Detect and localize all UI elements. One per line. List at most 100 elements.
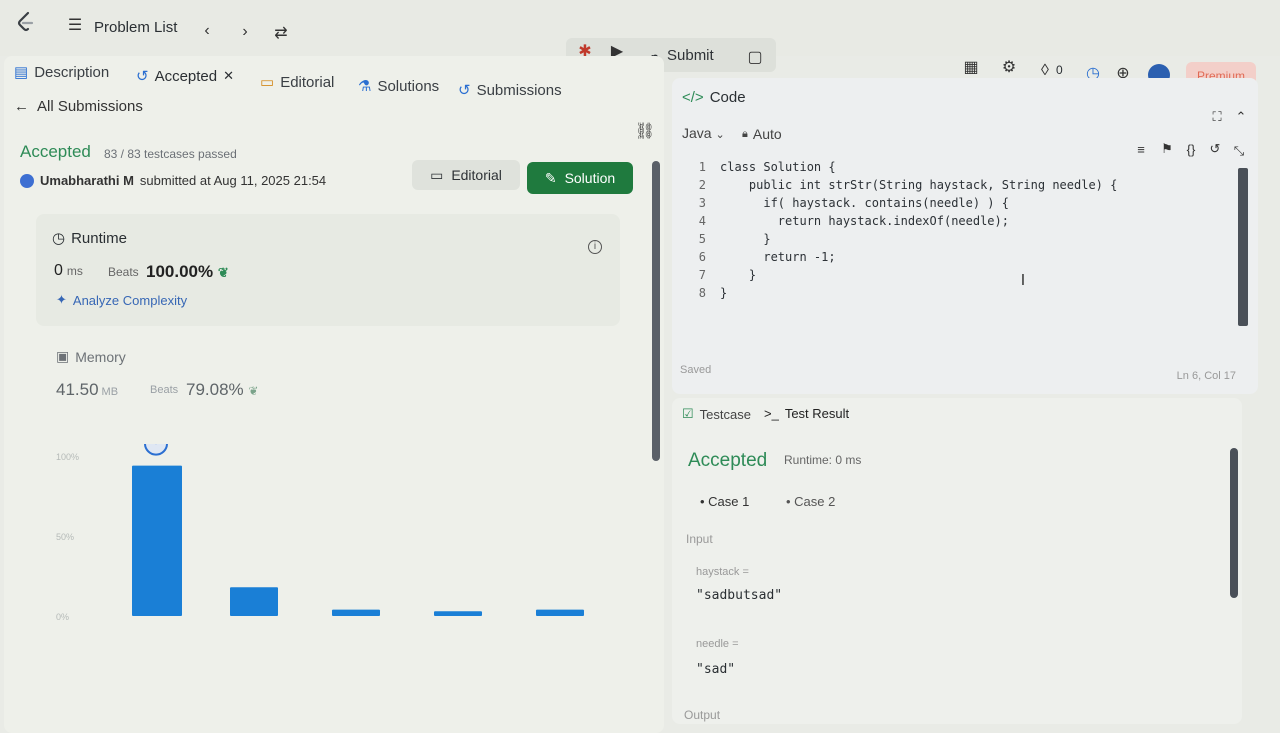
arrow-left-icon: ← xyxy=(14,98,29,115)
code-line[interactable]: 3 if( haystack. contains(needle) ) { xyxy=(682,194,1242,212)
language-select[interactable]: Java ⌄ xyxy=(682,125,725,141)
tab-editorial[interactable]: ▭ Editorial xyxy=(260,73,334,92)
code-text: class Solution { xyxy=(720,160,836,174)
tab-testcase[interactable]: ☑ Testcase xyxy=(682,406,751,422)
line-number: 8 xyxy=(698,286,706,300)
left-panel: ▤ Description ↺ Accepted ✕ ▭ Editorial ⚗… xyxy=(4,56,664,733)
link-icon[interactable]: ⛓ xyxy=(634,120,656,142)
chip-icon: ▣ xyxy=(56,348,70,364)
cursor-position: Ln 6, Col 17 xyxy=(1176,370,1236,382)
tab-submissions[interactable]: ↺ Submissions xyxy=(458,81,562,100)
y-tick-label: 100% xyxy=(56,452,79,462)
saved-status: Saved xyxy=(680,364,712,376)
left-scrollbar[interactable] xyxy=(652,161,660,461)
chart-bar[interactable] xyxy=(230,587,278,616)
leaf-icon: ❦ xyxy=(248,384,259,398)
case-1-tab[interactable]: • Case 1 xyxy=(700,494,749,509)
runtime-value: 0 ms xyxy=(54,262,83,279)
analyze-complexity-link[interactable]: ✦ Analyze Complexity xyxy=(56,292,187,308)
fullscreen-icon[interactable]: ⛶ xyxy=(1206,106,1228,128)
needle-label: needle = xyxy=(696,638,739,650)
format-icon[interactable]: ≡ xyxy=(1130,138,1152,160)
leetcode-logo-icon[interactable] xyxy=(14,10,38,34)
memory-beats-percent: 79.08% ❦ xyxy=(186,380,259,399)
chevron-right-icon[interactable]: › xyxy=(234,21,256,43)
chart-bar[interactable] xyxy=(332,609,380,616)
code-line[interactable]: 7 } xyxy=(682,266,1242,284)
layout-icon[interactable]: ▦ xyxy=(960,56,982,78)
info-icon[interactable]: i xyxy=(588,240,602,254)
code-line[interactable]: 1 class Solution { xyxy=(682,158,1242,176)
chevron-down-icon: ⌄ xyxy=(715,129,725,141)
doc-icon: ▤ xyxy=(14,64,29,81)
memory-tab[interactable]: ▣ Memory xyxy=(56,348,126,365)
tab-accepted[interactable]: ↺ Accepted ✕ xyxy=(136,67,234,86)
streak-count: 0 xyxy=(1056,63,1063,77)
notes-icon[interactable]: ▢ xyxy=(744,46,766,68)
case-2-tab[interactable]: • Case 2 xyxy=(786,494,835,509)
code-text: } xyxy=(720,286,728,300)
submitter-line: Umabharathi M submitted at Aug 11, 2025 … xyxy=(20,173,326,188)
close-icon[interactable]: ✕ xyxy=(223,68,234,84)
code-text: return -1; xyxy=(720,250,836,264)
all-submissions-link[interactable]: ← All Submissions xyxy=(14,98,143,115)
reset-icon[interactable]: ↺ xyxy=(1204,138,1226,160)
runtime-distribution-chart[interactable]: 100%50%0%0ms1ms2ms3ms4ms xyxy=(44,444,604,704)
chart-bar[interactable] xyxy=(536,609,584,616)
code-icon: </> xyxy=(682,89,704,106)
leaf-icon: ❦ xyxy=(217,265,229,280)
tab-description[interactable]: ▤ Description xyxy=(14,63,109,82)
chart-bar[interactable] xyxy=(132,465,182,616)
line-number: 4 xyxy=(698,214,706,228)
result-status: Accepted xyxy=(688,450,768,471)
left-tab-bar: ▤ Description ↺ Accepted ✕ ▭ Editorial ⚗… xyxy=(4,56,664,100)
chevron-left-icon[interactable]: ‹ xyxy=(196,20,218,42)
code-header: </> Code xyxy=(682,89,746,106)
problem-list-link[interactable]: Problem List xyxy=(94,19,177,36)
needle-value: "sad" xyxy=(696,662,736,677)
avatar xyxy=(20,173,34,188)
line-number: 2 xyxy=(698,178,706,192)
line-number: 7 xyxy=(698,268,706,282)
history-icon: ↺ xyxy=(458,82,471,99)
tab-test-result[interactable]: >_ Test Result xyxy=(764,406,849,421)
clock-icon: ◷ xyxy=(52,230,66,247)
code-text: public int strStr(String haystack, Strin… xyxy=(720,178,1118,192)
braces-icon[interactable]: {} xyxy=(1180,138,1202,160)
text-cursor-icon: I xyxy=(1020,272,1026,289)
code-line[interactable]: 6 return -1; xyxy=(682,248,1242,266)
code-line[interactable]: 2 public int strStr(String haystack, Str… xyxy=(682,176,1242,194)
y-tick-label: 50% xyxy=(56,532,74,542)
lock-icon: 🔒︎ xyxy=(742,127,748,140)
list-icon[interactable]: ☰ xyxy=(64,14,86,36)
code-editor[interactable]: 1 class Solution { 2 public int strStr(Str… xyxy=(682,158,1242,302)
tab-solutions[interactable]: ⚗ Solutions xyxy=(358,77,439,96)
line-number: 3 xyxy=(698,196,706,210)
runtime-card[interactable]: ◷ Runtime i 0 ms Beats 100.00% ❦ ✦ Analyz… xyxy=(36,214,620,326)
user-marker-icon xyxy=(144,444,168,456)
auto-mode[interactable]: 🔒︎ Auto xyxy=(742,126,782,142)
edit-icon: ✎ xyxy=(544,169,557,186)
code-line[interactable]: 5 } xyxy=(682,230,1242,248)
line-number: 5 xyxy=(698,232,706,246)
bookmark-icon[interactable]: ⚑ xyxy=(1156,138,1178,160)
editorial-button[interactable]: ▭ Editorial xyxy=(412,160,520,190)
code-line[interactable]: 4 return haystack.indexOf(needle); xyxy=(682,212,1242,230)
gear-icon[interactable]: ⚙ xyxy=(998,56,1020,78)
shuffle-icon[interactable]: ⇄ xyxy=(270,22,292,44)
code-scrollbar[interactable] xyxy=(1238,168,1248,326)
y-tick-label: 0% xyxy=(56,612,69,622)
line-number: 1 xyxy=(698,160,706,174)
terminal-icon: >_ xyxy=(764,406,779,421)
memory-value: 41.50 MB xyxy=(56,380,119,399)
chevron-up-icon[interactable]: ⌃ xyxy=(1230,106,1252,128)
submitter-name[interactable]: Umabharathi M xyxy=(40,173,134,188)
submitted-at: submitted at Aug 11, 2025 21:54 xyxy=(139,173,327,188)
solution-button[interactable]: ✎ Solution xyxy=(527,162,633,194)
chart-bar[interactable] xyxy=(434,611,482,616)
line-number: 6 xyxy=(698,250,706,264)
code-panel: </> Code ⛶ ⌃ Java ⌄ 🔒︎ Auto ≡ ⚑ {} ↺ ⤡ 1… xyxy=(672,78,1258,394)
result-scrollbar[interactable] xyxy=(1230,448,1238,598)
code-line[interactable]: 8} xyxy=(682,284,1242,302)
testcases-passed: 83 / 83 testcases passed xyxy=(104,147,237,161)
